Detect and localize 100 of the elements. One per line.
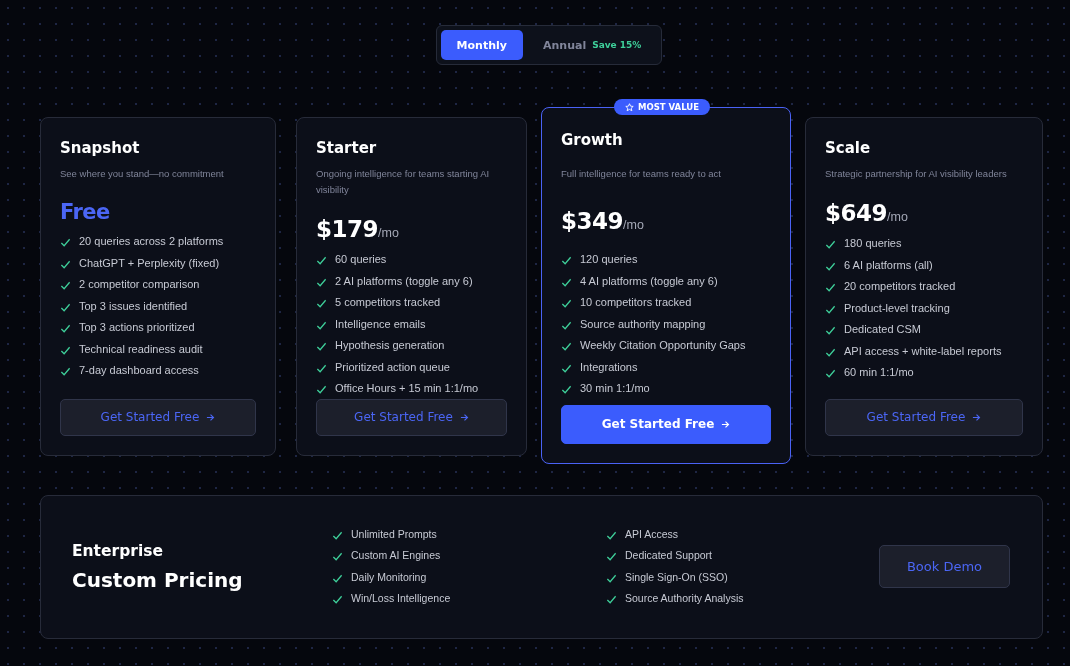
check-icon (561, 276, 572, 288)
plan-price: $649 (825, 200, 887, 226)
feature-text: Integrations (580, 359, 638, 375)
check-icon (561, 298, 572, 309)
feature-text: 20 queries across 2 platforms (79, 234, 224, 249)
plan-description: Full intelligence for teams ready to act (561, 167, 721, 181)
feature-text: ChatGPT + Perplexity (fixed) (79, 255, 220, 271)
feature-text: 5 competitors tracked (335, 295, 441, 310)
feature-text: Weekly Citation Opportunity Gaps (580, 338, 746, 353)
feature-text: API access + white-label reports (844, 343, 1002, 359)
plan-description: Ongoing intelligence for teams starting AI visibility (316, 167, 491, 197)
check-icon (332, 551, 343, 562)
billing-tab[interactable]: Monthly (440, 30, 523, 60)
enterprise-label: Enterprise (72, 541, 164, 560)
feature-text: Source Authority Analysis (625, 591, 744, 606)
feature-text: Win/Loss Intelligence (351, 591, 451, 606)
check-icon (606, 572, 617, 584)
feature-text: Single Sign-On (SSO) (625, 569, 728, 585)
check-icon (561, 319, 572, 331)
plan-price: $179 (316, 216, 378, 242)
check-icon (60, 237, 71, 248)
check-icon (316, 298, 327, 309)
check-icon (332, 529, 343, 541)
check-icon (825, 303, 836, 315)
feature-text: 60 queries (335, 252, 387, 267)
check-icon (825, 368, 836, 379)
check-icon (825, 346, 836, 358)
feature-text: 20 competitors tracked (844, 279, 956, 294)
feature-text: Dedicated CSM (844, 322, 922, 337)
check-icon (561, 362, 572, 374)
plan-description: See where you stand—no commitment (60, 167, 225, 181)
feature-text: 2 AI platforms (toggle any 6) (335, 273, 473, 289)
feature-text: Hypothesis generation (335, 338, 445, 353)
check-icon (332, 572, 343, 584)
plan-name: Scale (825, 139, 872, 157)
plan-price: $349 (561, 208, 623, 234)
feature-text: Unlimited Prompts (351, 526, 437, 542)
check-icon (606, 594, 617, 605)
check-icon (316, 255, 327, 266)
plan-name: Snapshot (60, 139, 141, 157)
price-period: /mo (887, 210, 908, 224)
enterprise-title: Custom Pricing (72, 567, 244, 592)
check-icon (316, 384, 327, 395)
check-icon (825, 260, 836, 272)
feature-text: Daily Monitoring (351, 569, 427, 585)
check-icon (316, 341, 327, 352)
check-icon (60, 280, 71, 291)
check-icon (60, 344, 71, 356)
check-icon (825, 282, 836, 293)
check-icon (561, 384, 572, 395)
check-icon (316, 362, 327, 374)
feature-text: Intelligence emails (335, 316, 426, 332)
check-icon (606, 529, 617, 541)
feature-text: 7-day dashboard access (79, 363, 199, 378)
arrow-icon (459, 412, 469, 422)
plan-price: Free (60, 200, 110, 224)
check-icon (60, 366, 71, 377)
check-icon (606, 551, 617, 562)
get-started-button[interactable]: Get Started Free (316, 398, 507, 436)
feature-text: Top 3 issues identified (79, 298, 188, 314)
check-icon (316, 319, 327, 331)
star-icon (625, 102, 634, 112)
feature-text: Dedicated Support (625, 548, 712, 563)
arrow-icon (206, 412, 216, 422)
check-icon (332, 594, 343, 605)
feature-text: 6 AI platforms (all) (844, 257, 933, 273)
plan-description: Strategic partnership for AI visibility leaders (825, 167, 1008, 181)
check-icon (561, 255, 572, 266)
feature-text: 4 AI platforms (toggle any 6) (580, 273, 718, 289)
feature-text: 10 competitors tracked (580, 295, 692, 310)
get-started-button[interactable]: Get Started Free (561, 404, 771, 444)
get-started-button[interactable]: Get Started Free (825, 398, 1023, 436)
feature-text: Product-level tracking (844, 300, 950, 316)
check-icon (60, 301, 71, 313)
book-demo-button[interactable]: Book Demo (879, 545, 1010, 588)
feature-text: 60 min 1:1/mo (844, 365, 914, 380)
check-icon (561, 341, 572, 352)
check-icon (825, 239, 836, 250)
price-period: /mo (623, 218, 644, 234)
plan-name: Growth (561, 131, 623, 149)
feature-text: 120 queries (580, 252, 638, 267)
feature-text: 30 min 1:1/mo (580, 381, 650, 396)
check-icon (60, 323, 71, 334)
plan-name: Starter (316, 139, 378, 157)
price-period: /mo (378, 226, 399, 240)
arrow-icon (972, 412, 982, 422)
feature-text: Custom AI Engines (351, 548, 441, 563)
check-icon (825, 325, 836, 336)
feature-text: Top 3 actions prioritized (79, 320, 195, 335)
feature-text: 180 queries (844, 236, 902, 251)
feature-text: Prioritized action queue (335, 359, 450, 375)
feature-text: API Access (625, 526, 679, 542)
feature-text: Technical readiness audit (79, 341, 203, 357)
get-started-button[interactable]: Get Started Free (60, 398, 256, 436)
feature-text: 2 competitor comparison (79, 277, 200, 292)
feature-text: Office Hours + 15 min 1:1/mo (335, 381, 479, 396)
arrow-icon (721, 419, 731, 429)
billing-tab[interactable]: Annual Save 15% (527, 30, 658, 60)
check-icon (60, 258, 71, 270)
plan-badge: MOST VALUE (614, 99, 710, 115)
